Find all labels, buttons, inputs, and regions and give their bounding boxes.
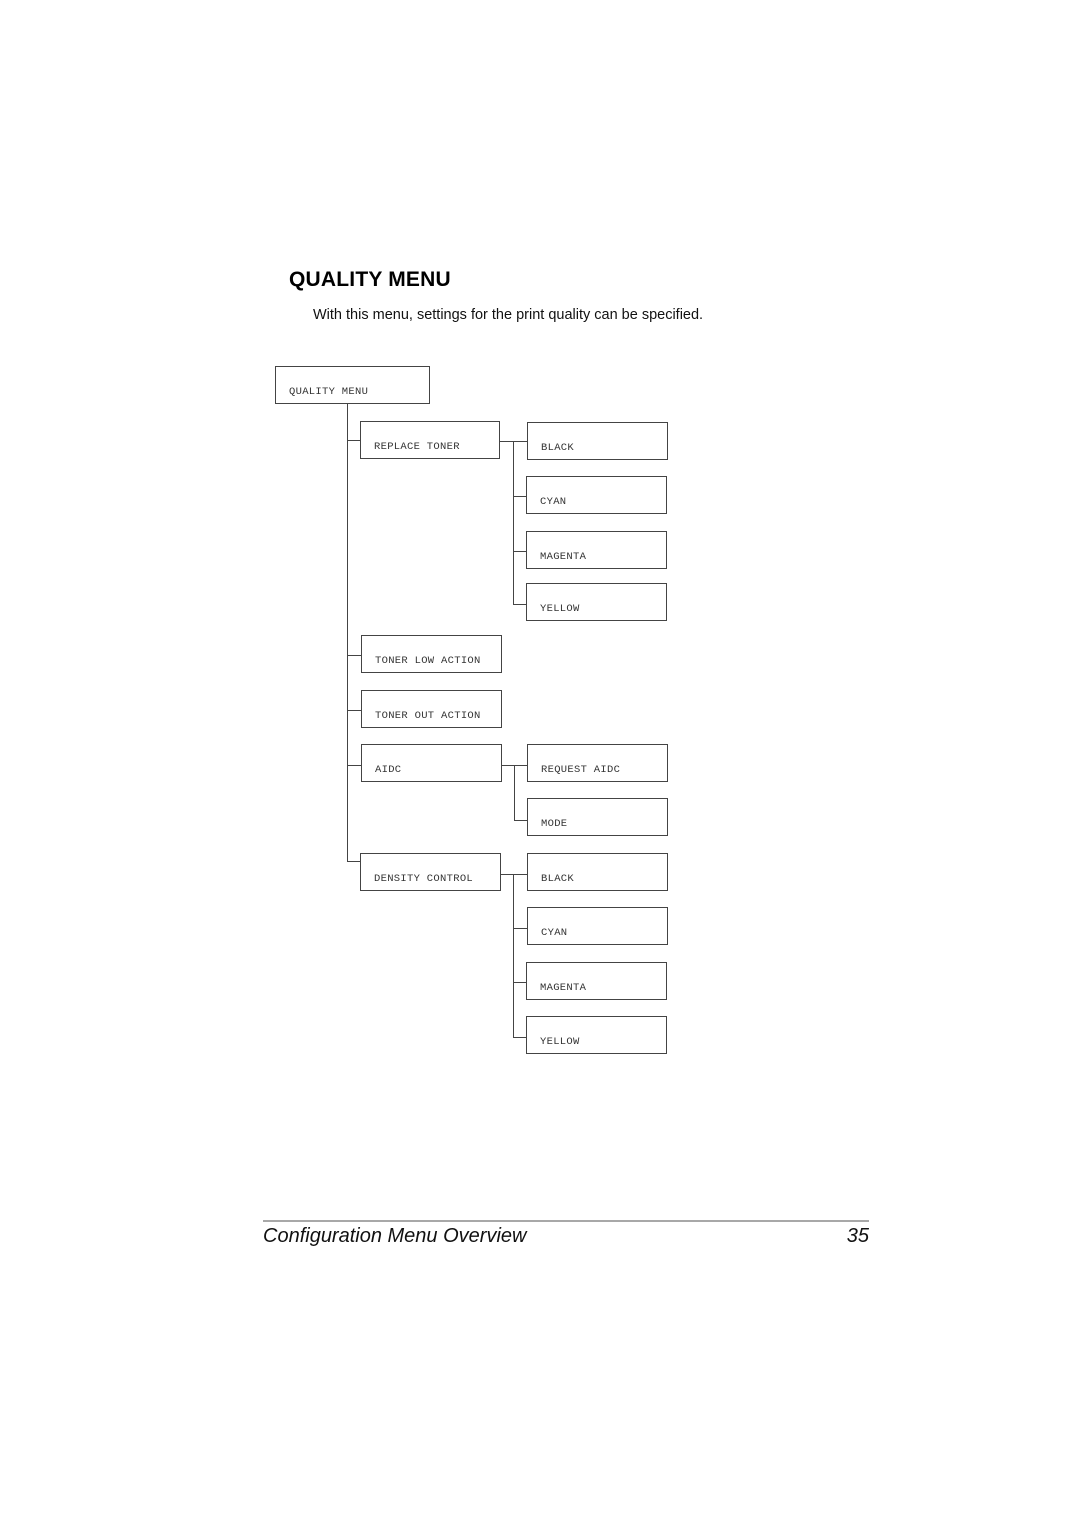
menu-node-label: MAGENTA (540, 551, 587, 563)
menu-node-aidc-mode: MODE (527, 798, 668, 836)
menu-node-label: REQUEST AIDC (541, 764, 621, 776)
menu-node-label: TONER LOW ACTION (375, 655, 481, 667)
menu-node-label: YELLOW (540, 603, 580, 615)
connector-line (513, 874, 514, 1037)
menu-node-replace-toner-magenta: MAGENTA (526, 531, 667, 569)
connector-line (347, 710, 361, 711)
menu-node-density-control: DENSITY CONTROL (360, 853, 501, 891)
section-title: QUALITY MENU (289, 268, 451, 291)
footer-title: Configuration Menu Overview (263, 1225, 527, 1247)
menu-node-label: REPLACE TONER (374, 441, 460, 453)
menu-node-label: BLACK (541, 442, 575, 454)
menu-node-label: CYAN (541, 927, 568, 939)
connector-line (347, 861, 360, 862)
menu-node-label: BLACK (541, 873, 575, 885)
menu-node-label: QUALITY MENU (289, 386, 369, 398)
menu-node-replace-toner-black: BLACK (527, 422, 668, 460)
menu-node-label: DENSITY CONTROL (374, 873, 474, 885)
connector-line (513, 1037, 526, 1038)
menu-node-aidc: AIDC (361, 744, 502, 782)
menu-node-toner-out-action: TONER OUT ACTION (361, 690, 502, 728)
menu-node-replace-toner: REPLACE TONER (360, 421, 500, 459)
menu-node-root: QUALITY MENU (275, 366, 430, 404)
connector-line (513, 982, 526, 983)
connector-line (347, 404, 348, 861)
connector-line (513, 496, 526, 497)
menu-node-label: CYAN (540, 496, 567, 508)
menu-node-label: AIDC (375, 764, 402, 776)
footer-divider (263, 1220, 869, 1222)
menu-node-label: MAGENTA (540, 982, 587, 994)
connector-line (347, 655, 361, 656)
menu-node-replace-toner-cyan: CYAN (526, 476, 667, 514)
menu-node-replace-toner-yellow: YELLOW (526, 583, 667, 621)
connector-line (513, 928, 527, 929)
menu-node-toner-low-action: TONER LOW ACTION (361, 635, 502, 673)
menu-node-density-yellow: YELLOW (526, 1016, 667, 1054)
page-number: 35 (846, 1225, 869, 1247)
menu-node-density-cyan: CYAN (527, 907, 668, 945)
section-intro: With this menu, settings for the print q… (313, 307, 704, 323)
connector-line (514, 765, 515, 820)
connector-line (513, 441, 514, 604)
menu-node-density-magenta: MAGENTA (526, 962, 667, 1000)
connector-line (501, 874, 528, 875)
menu-node-density-black: BLACK (527, 853, 668, 891)
menu-node-label: TONER OUT ACTION (375, 710, 481, 722)
connector-line (513, 551, 526, 552)
menu-node-label: MODE (541, 818, 568, 830)
connector-line (514, 820, 527, 821)
connector-line (347, 440, 360, 441)
connector-line (513, 604, 526, 605)
connector-line (347, 765, 361, 766)
menu-node-label: YELLOW (540, 1036, 580, 1048)
menu-node-aidc-request-aidc: REQUEST AIDC (527, 744, 668, 782)
